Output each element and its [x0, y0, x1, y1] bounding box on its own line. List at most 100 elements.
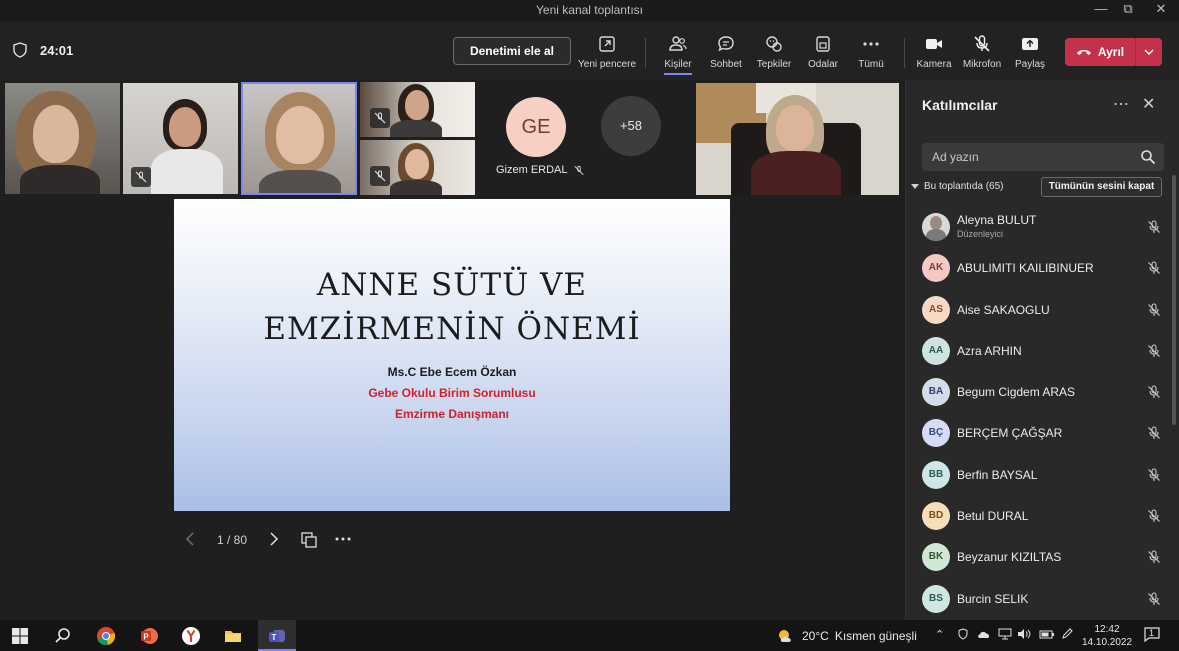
- mic-off-icon: [1148, 220, 1160, 233]
- video-tile-presenter[interactable]: [696, 83, 899, 195]
- participant-row[interactable]: BA Begum Cigdem ARAS: [906, 371, 1168, 412]
- more-label: Tümü: [858, 59, 884, 70]
- battery-icon[interactable]: [1039, 628, 1055, 643]
- teams-icon[interactable]: T: [265, 624, 289, 648]
- video-tile[interactable]: [360, 82, 475, 137]
- file-explorer-icon[interactable]: [221, 624, 245, 648]
- participant-row[interactable]: BB Berfin BAYSAL: [906, 454, 1168, 495]
- notifications-button[interactable]: 1: [1143, 625, 1161, 646]
- more-button[interactable]: Tümü: [842, 34, 900, 70]
- pen-icon[interactable]: [1061, 628, 1073, 643]
- avatar: BS: [922, 584, 950, 613]
- shield-icon: [13, 42, 27, 58]
- participant-name: Burcin SELIK: [957, 591, 1029, 606]
- participant-name: Gizem ERDAL: [496, 164, 568, 176]
- yandex-browser-icon[interactable]: [179, 624, 203, 648]
- participant-name: Aise SAKAOGLU: [957, 302, 1050, 317]
- slide-author: Ms.C Ebe Ecem Özkan: [387, 365, 517, 379]
- meeting-toolbar: 24:01 Denetimi ele al Yeni pencere Kişil…: [0, 22, 1179, 80]
- participant-name: Aleyna BULUT: [957, 213, 1037, 227]
- take-control-button[interactable]: Denetimi ele al: [453, 37, 571, 65]
- minimize-icon[interactable]: —: [1087, 1, 1115, 19]
- participant-list: Aleyna BULUT Düzenleyici AK ABULIMITI KA…: [906, 206, 1168, 619]
- video-tile[interactable]: [123, 83, 238, 194]
- avatar-photo: [922, 213, 950, 241]
- participant-row[interactable]: AK ABULIMITI KAILIBINUER: [906, 247, 1168, 288]
- participant-name: Beyzanur KIZILTAS: [957, 550, 1062, 565]
- weather-widget[interactable]: 20°C Kısmen güneşli: [776, 628, 917, 644]
- mic-off-icon: [1148, 426, 1160, 440]
- mic-off-icon: [1148, 592, 1160, 605]
- leave-button[interactable]: Ayrıl: [1065, 38, 1162, 66]
- participant-role: Düzenleyici: [957, 229, 1004, 239]
- phone-hangup-icon: [1076, 50, 1091, 55]
- more-icon: [842, 34, 900, 56]
- onedrive-icon[interactable]: [976, 628, 992, 643]
- next-slide-chevron-icon[interactable]: [268, 531, 280, 551]
- avatar: BÇ: [922, 419, 950, 448]
- video-tile[interactable]: [5, 83, 120, 194]
- chrome-icon[interactable]: [94, 624, 118, 648]
- share-button[interactable]: Paylaş: [1001, 34, 1059, 70]
- prev-slide-chevron-icon[interactable]: [184, 531, 196, 551]
- search-icon[interactable]: [1140, 149, 1156, 165]
- participant-search-input[interactable]: [922, 143, 1132, 171]
- leave-options-chevron-icon[interactable]: [1136, 38, 1162, 66]
- timer-text: 24:01: [40, 42, 74, 58]
- participants-scrollbar[interactable]: [1172, 175, 1176, 425]
- participant-avatar[interactable]: GE: [506, 97, 566, 157]
- taskbar-search-icon[interactable]: [51, 624, 75, 648]
- participant-name: Azra ARHIN: [957, 343, 1022, 358]
- powerpoint-icon[interactable]: P: [137, 624, 161, 648]
- mute-all-button[interactable]: Tümünün sesini kapat: [1041, 177, 1162, 197]
- slide-more-options-icon[interactable]: [334, 531, 352, 551]
- avatar: AK: [922, 254, 950, 283]
- in-meeting-section-toggle[interactable]: Bu toplantıda (65): [911, 181, 1004, 192]
- panel-close-icon[interactable]: ✕: [1142, 94, 1155, 114]
- participant-name: ABULIMITI KAILIBINUER: [957, 261, 1094, 276]
- participant-row[interactable]: AA Azra ARHIN: [906, 330, 1168, 371]
- windows-start-icon[interactable]: [8, 624, 32, 648]
- windows-taskbar: P T 20°C Kısmen güneşli ⌃ 12:42 14.10.20…: [0, 620, 1179, 651]
- new-window-button[interactable]: Yeni pencere: [578, 34, 636, 70]
- panel-more-icon[interactable]: ⋯: [1113, 94, 1129, 114]
- slide-thumbnails-icon[interactable]: [300, 531, 318, 551]
- svg-text:T: T: [272, 633, 277, 642]
- tray-security-icon[interactable]: [957, 628, 969, 643]
- participant-row[interactable]: BD Betul DURAL: [906, 495, 1168, 536]
- meeting-timer: 24:01: [12, 42, 73, 58]
- network-icon[interactable]: [998, 628, 1012, 643]
- participant-muted-icon: [370, 166, 390, 186]
- participant-search[interactable]: [922, 143, 1164, 171]
- slide-title-line2: EMZİRMENİN ÖNEMİ: [263, 311, 641, 347]
- weather-text: Kısmen güneşli: [834, 629, 917, 643]
- volume-icon[interactable]: [1017, 628, 1031, 643]
- participant-row[interactable]: BS Burcin SELIK: [906, 578, 1168, 619]
- mic-off-icon: [1148, 509, 1160, 523]
- restore-icon[interactable]: ⧉: [1114, 1, 1142, 19]
- slide-title-line1: ANNE SÜTÜ VE: [316, 267, 588, 303]
- close-icon[interactable]: ✕: [1147, 1, 1175, 19]
- avatar: BB: [922, 460, 950, 489]
- avatar: BA: [922, 378, 950, 407]
- participant-row[interactable]: BK Beyzanur KIZILTAS: [906, 536, 1168, 577]
- overflow-participants-button[interactable]: +58: [601, 96, 661, 156]
- mic-off-icon: [1148, 550, 1160, 564]
- participant-row[interactable]: Aleyna BULUT Düzenleyici: [906, 206, 1168, 247]
- video-tile[interactable]: [360, 140, 475, 195]
- participant-name: Betul DURAL: [957, 509, 1029, 524]
- partly-sunny-icon: [779, 630, 791, 642]
- participant-row[interactable]: BÇ BERÇEM ÇAĞŞAR: [906, 412, 1168, 453]
- video-tile-active-speaker[interactable]: [241, 82, 357, 195]
- slide-role-1: Gebe Okulu Birim Sorumlusu: [368, 386, 536, 400]
- leave-main[interactable]: Ayrıl: [1065, 38, 1135, 66]
- slide-role-2: Emzirme Danışmanı: [394, 407, 510, 421]
- system-clock[interactable]: 12:42 14.10.2022: [1082, 623, 1132, 649]
- tray-chevron-up-icon[interactable]: ⌃: [935, 628, 944, 641]
- avatar: AA: [922, 336, 950, 365]
- participant-row[interactable]: AS Aise SAKAOGLU: [906, 289, 1168, 330]
- clock-date: 14.10.2022: [1082, 637, 1133, 648]
- caret-down-icon: [911, 183, 919, 189]
- participant-name: Begum Cigdem ARAS: [957, 385, 1076, 400]
- camera-label: Kamera: [916, 59, 952, 70]
